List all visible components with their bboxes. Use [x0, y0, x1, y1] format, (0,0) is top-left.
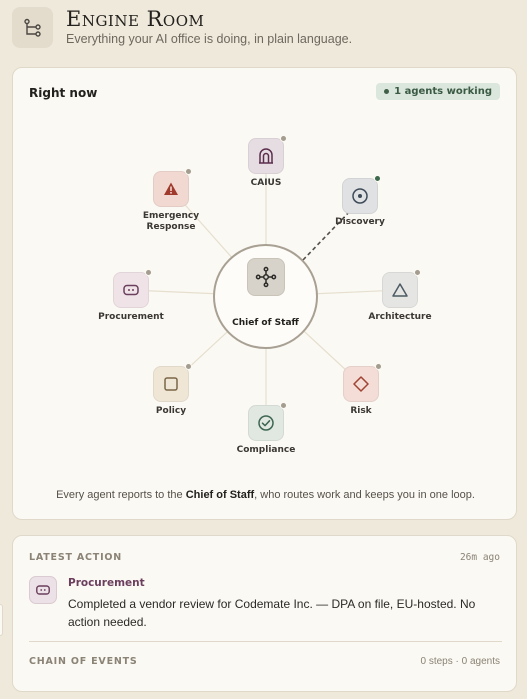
latest-action-heading: LATEST ACTION: [29, 552, 123, 563]
divider: [29, 641, 502, 642]
agent-label-procurement: Procurement: [98, 312, 164, 322]
agent-label-policy: Policy: [155, 406, 187, 416]
chief-of-staff-hub[interactable]: Chief of Staff: [213, 244, 318, 349]
agent-status-dot: [375, 363, 382, 370]
active-route-line: [302, 207, 354, 261]
agent-node-compliance[interactable]: [248, 402, 287, 441]
footnote-emphasis: Chief of Staff: [185, 489, 255, 501]
agent-label-risk: Risk: [350, 406, 372, 416]
chief-of-staff-label: Chief of Staff: [232, 318, 299, 328]
page-subtitle: Everything your AI office is doing, in p…: [66, 32, 353, 46]
agent-label-compliance: Compliance: [236, 445, 296, 455]
chain-of-events-toggle[interactable]: CHAIN OF EVENTS: [29, 656, 138, 667]
agent-label-discovery: Discovery: [335, 217, 385, 227]
flow-logo-icon: [12, 7, 53, 48]
agent-status-dot: [280, 135, 287, 142]
status-panel: Right now 1 agents working Chief of Staf…: [12, 67, 517, 520]
agent-hub-diagram: Chief of Staff CAIUS Discovery Architect…: [13, 68, 518, 521]
agent-status-dot: [280, 402, 287, 409]
square-icon: [164, 377, 178, 391]
agent-node-discovery[interactable]: [342, 175, 381, 214]
card-icon: [123, 284, 139, 296]
footnote-text-end: , who routes work and keeps you in one l…: [254, 489, 475, 501]
agent-label-architecture: Architecture: [368, 312, 432, 322]
agent-label-caius: CAIUS: [250, 178, 282, 188]
agent-status-dot: [145, 269, 152, 276]
agent-node-architecture[interactable]: [382, 269, 421, 308]
warning-icon: [164, 182, 178, 195]
agent-status-dot: [414, 269, 421, 276]
page-header: Engine Room Everything your AI office is…: [12, 7, 512, 49]
agent-label-emergency-response: Emergency Response: [142, 211, 200, 232]
diamond-icon: [353, 376, 369, 392]
page-title: Engine Room: [66, 7, 205, 31]
latest-action-time: 26m ago: [459, 552, 500, 563]
agent-status-dot: [185, 363, 192, 370]
footnote-text: Every agent reports to the: [56, 489, 186, 501]
archway-icon: [259, 148, 273, 164]
card-icon: [29, 576, 57, 604]
hub-footnote: Every agent reports to the Chief of Staf…: [13, 489, 518, 501]
triangle-icon: [392, 283, 408, 297]
hub-icon: [247, 258, 285, 296]
side-panel-handle[interactable]: [0, 604, 3, 636]
latest-action-agent[interactable]: Procurement: [68, 577, 145, 589]
agent-node-caius[interactable]: [248, 135, 287, 174]
agent-status-dot: [185, 168, 192, 175]
agent-node-emergency-response[interactable]: [153, 168, 192, 207]
check-circle-icon: [258, 415, 274, 431]
agent-node-procurement[interactable]: [113, 269, 152, 308]
target-icon: [352, 188, 368, 204]
latest-action-description: Completed a vendor review for Codemate I…: [68, 597, 476, 629]
latest-action-card: LATEST ACTION 26m ago Procurement Comple…: [12, 535, 517, 692]
agent-node-policy[interactable]: [153, 363, 192, 402]
chain-count: 0 steps · 0 agents: [420, 656, 501, 667]
agent-status-dot: [374, 175, 381, 182]
agent-node-risk[interactable]: [343, 363, 382, 402]
